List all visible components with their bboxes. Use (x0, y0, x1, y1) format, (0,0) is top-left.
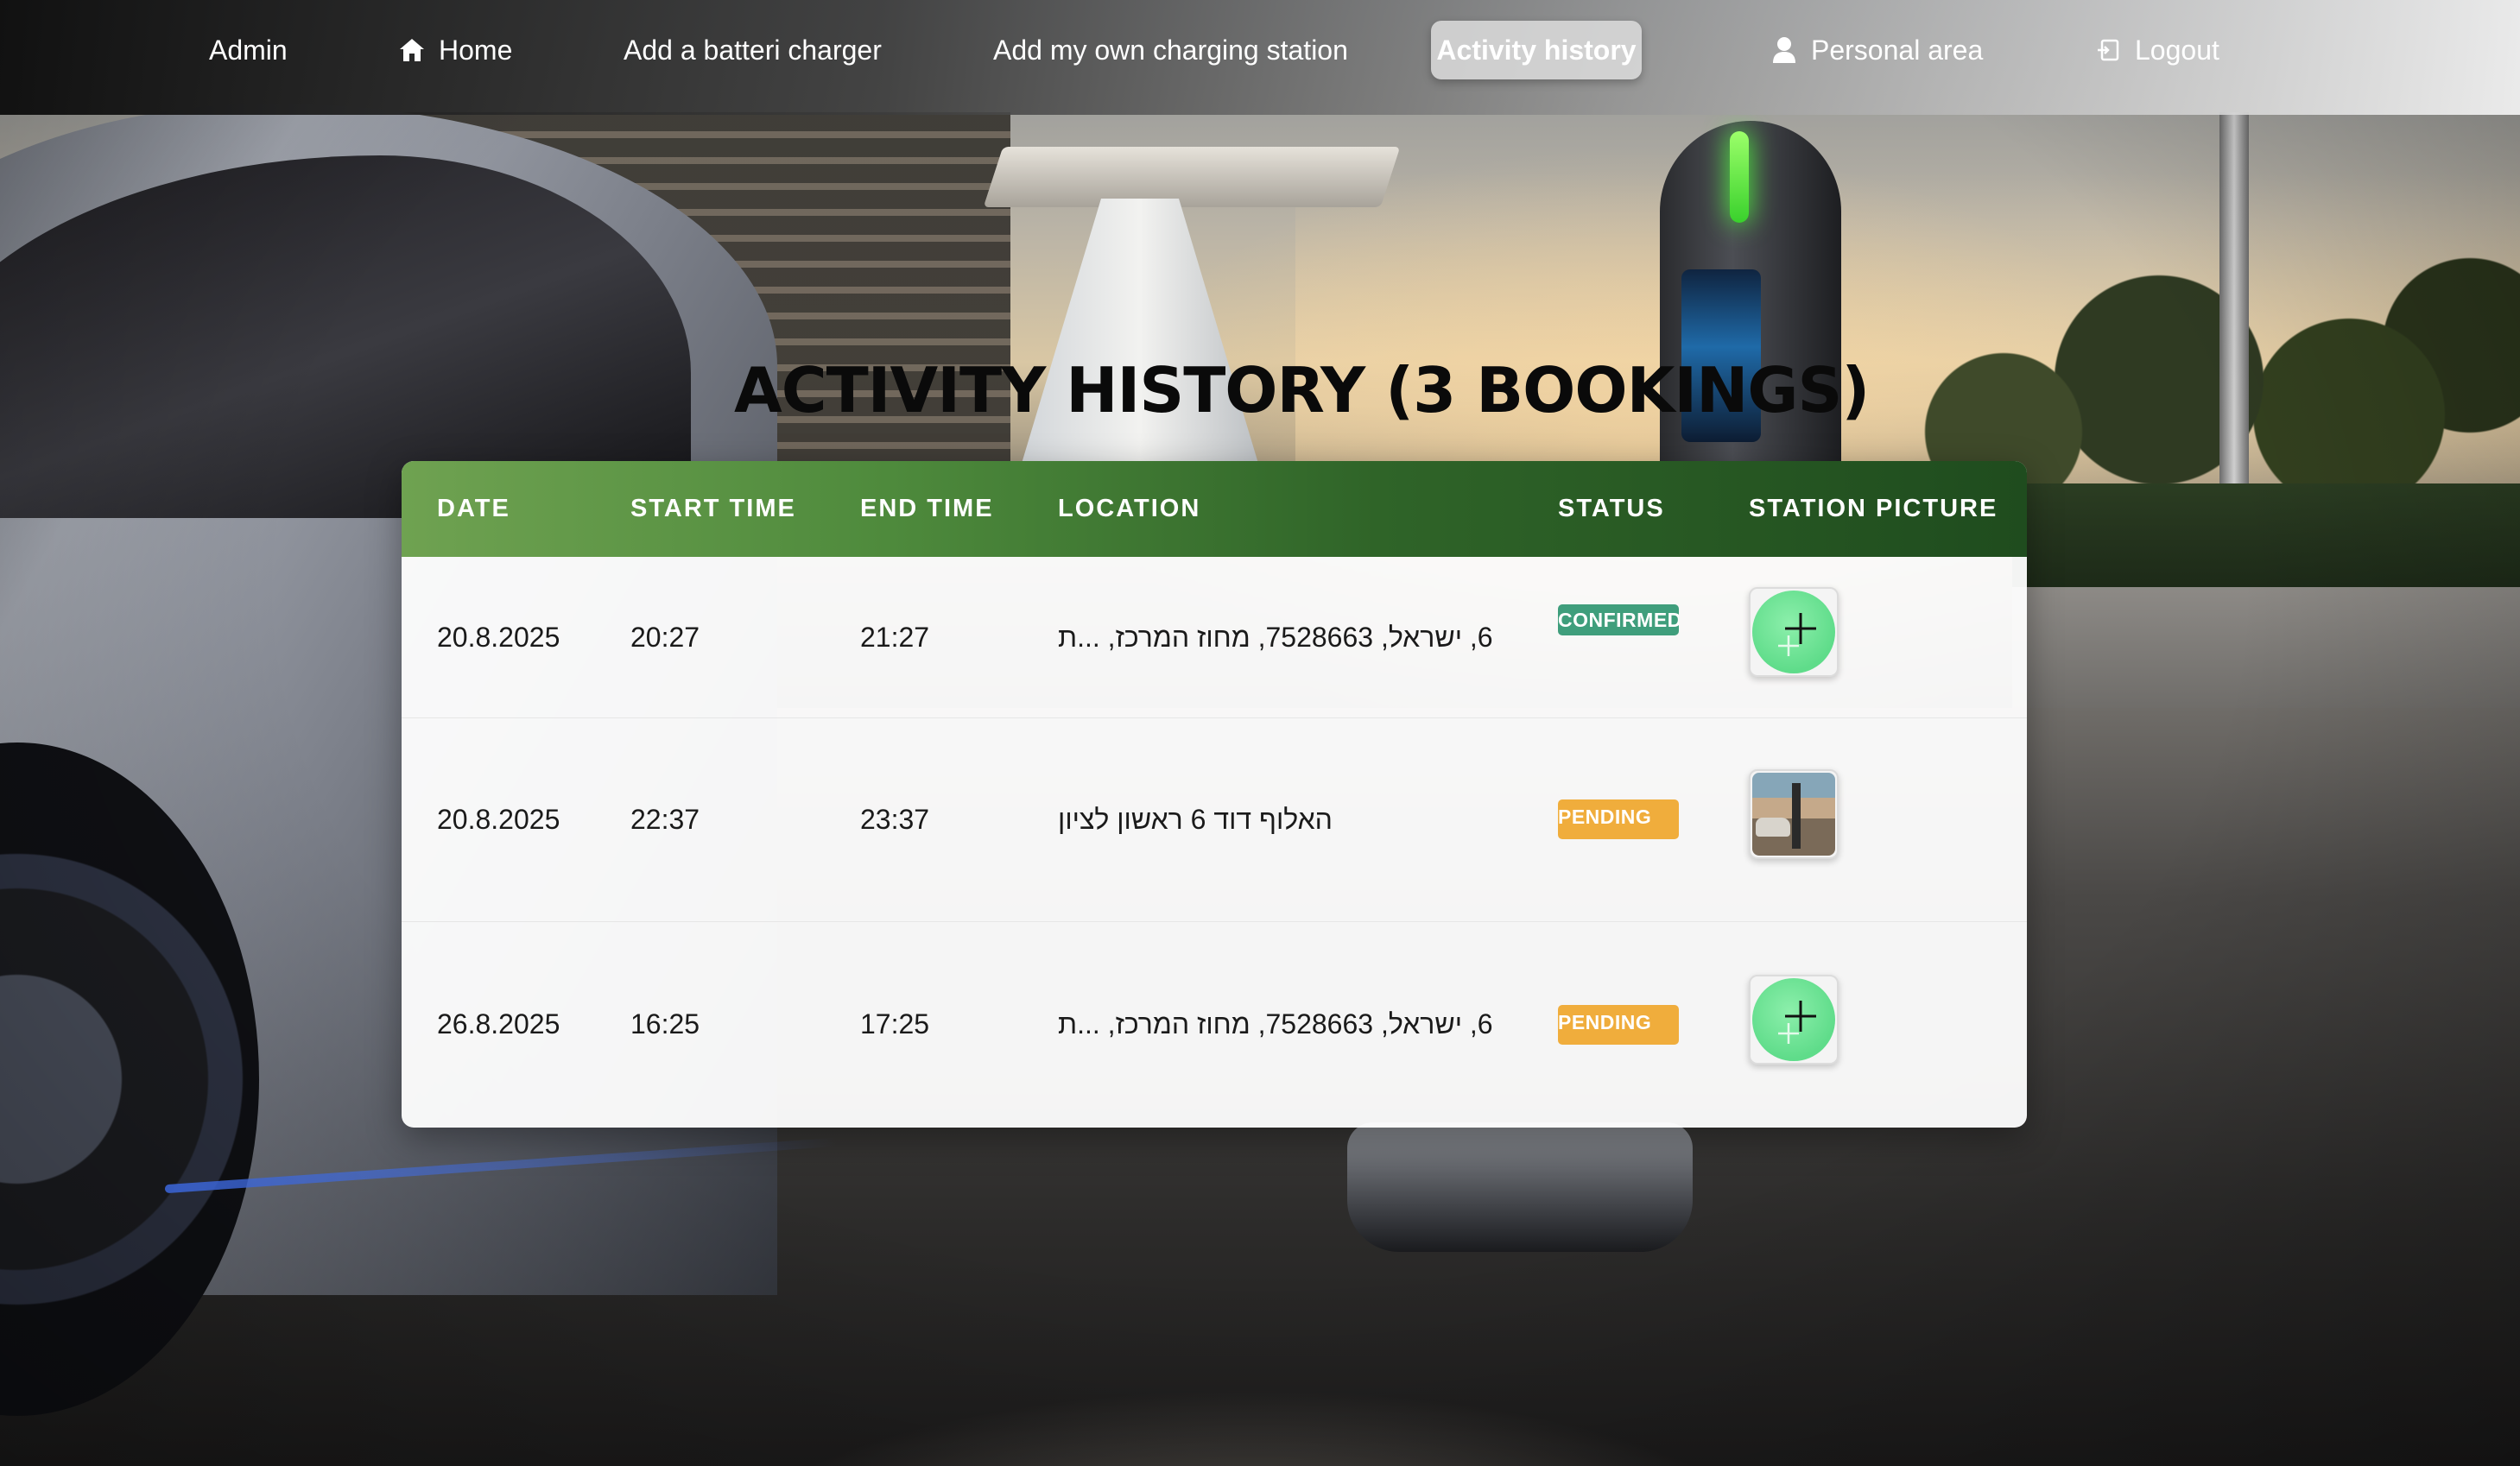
header-location: LOCATION (1058, 495, 1201, 522)
cell-start-time: 16:25 (630, 1008, 700, 1039)
nav-admin[interactable]: Admin (181, 21, 315, 79)
cell-location-text: האלוף דוד 6 ראשון לציון (1058, 803, 1333, 835)
cell-end-time: 17:25 (860, 1008, 930, 1039)
table-row: 20.8.2025 22:37 23:37 האלוף דוד 6 ראשון … (402, 717, 2027, 922)
nav-admin-label: Admin (209, 34, 288, 66)
cell-date: 26.8.2025 (437, 1008, 560, 1039)
cell-station-picture (1749, 717, 1839, 921)
cell-location-text: 6, ישראל, 7528663, מחוז המרכז, ...ת (1058, 621, 1493, 653)
home-icon (397, 35, 427, 65)
station-picture-button[interactable] (1749, 769, 1839, 859)
user-icon (1770, 35, 1799, 65)
nav-activity-history[interactable]: Activity history (1431, 21, 1642, 79)
cell-station-picture (1749, 557, 1839, 717)
cell-start-time: 22:37 (630, 803, 700, 835)
nav-logout[interactable]: Logout (2066, 21, 2247, 79)
station-photo (1752, 773, 1835, 856)
station-photo-charger (1792, 783, 1801, 849)
nav-activity-history-label: Activity history (1436, 34, 1637, 66)
cell-status: PENDING (1558, 921, 1679, 1128)
nav-home[interactable]: Home (370, 21, 540, 79)
nav-home-label: Home (439, 34, 513, 66)
nav-add-own-station-label: Add my own charging station (993, 34, 1348, 66)
table-row: 20.8.2025 20:27 21:27 6, ישראל, 7528663,… (402, 557, 2027, 718)
bookings-table: DATE START TIME END TIME LOCATION STATUS… (402, 461, 2027, 1128)
logout-icon (2093, 35, 2123, 65)
header-end-time: END TIME (860, 495, 994, 522)
cell-status: PENDING (1558, 717, 1679, 921)
top-navbar: Admin Home Add a batteri charger Add my … (0, 0, 2520, 115)
cell-location: 6, ישראל, 7528663, מחוז המרכז, ...ת (1058, 557, 1507, 717)
page-title: ACTIVITY HISTORY (3 BOOKINGS) (734, 354, 1870, 427)
cell-station-picture (1749, 921, 1839, 1128)
station-picture-button[interactable] (1749, 587, 1839, 677)
header-date: DATE (437, 495, 510, 522)
station-picture-button[interactable] (1749, 974, 1839, 1065)
nav-personal-area-label: Personal area (1811, 34, 1984, 66)
station-photo-car (1756, 818, 1790, 837)
cell-location: האלוף דוד 6 ראשון לציון (1058, 717, 1507, 921)
header-start-time: START TIME (630, 495, 796, 522)
cell-date: 20.8.2025 (437, 803, 560, 835)
cell-start-time: 20:27 (630, 621, 700, 653)
nav-add-own-station[interactable]: Add my own charging station (966, 21, 1376, 79)
cell-end-time: 21:27 (860, 621, 930, 653)
cell-status: CONFIRMED (1558, 557, 1679, 717)
nav-personal-area[interactable]: Personal area (1742, 21, 2010, 79)
nav-add-battery-charger[interactable]: Add a batteri charger (596, 21, 909, 79)
table-header: DATE START TIME END TIME LOCATION STATUS… (402, 461, 2027, 557)
cell-date: 20.8.2025 (437, 621, 560, 653)
header-status: STATUS (1558, 495, 1665, 522)
status-badge: PENDING (1558, 799, 1679, 839)
cell-location: 6, ישראל, 7528663, מחוז המרכז, ...ת (1058, 921, 1507, 1128)
cell-end-time: 23:37 (860, 803, 930, 835)
plus-icon (1752, 591, 1835, 673)
status-badge: CONFIRMED (1558, 604, 1679, 635)
nav-add-battery-charger-label: Add a batteri charger (624, 34, 882, 66)
plus-icon (1752, 977, 1835, 1061)
table-row: 26.8.2025 16:25 17:25 6, ישראל, 7528663,… (402, 921, 2027, 1128)
cell-location-text: 6, ישראל, 7528663, מחוז המרכז, ...ת (1058, 1008, 1493, 1039)
header-station-picture: STATION PICTURE (1749, 495, 1998, 522)
nav-logout-label: Logout (2135, 34, 2219, 66)
status-badge: PENDING (1558, 1004, 1679, 1045)
